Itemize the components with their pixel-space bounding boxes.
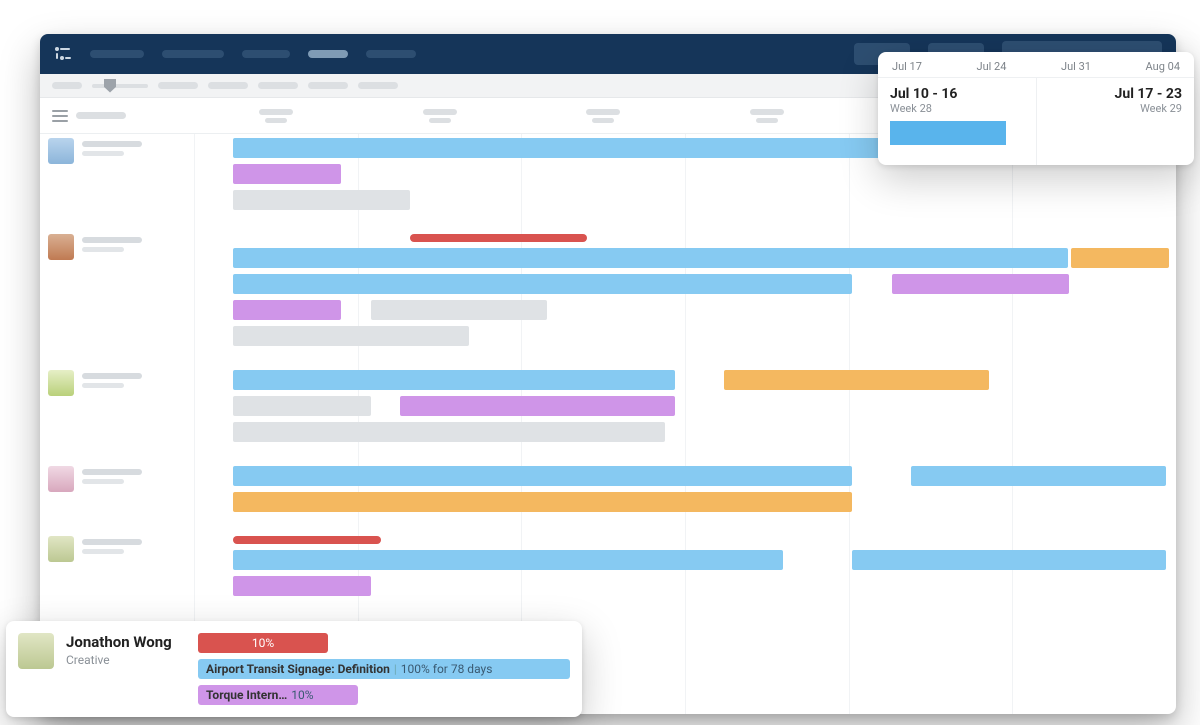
- utilization-value: 10%: [252, 636, 274, 650]
- person-role: Creative: [66, 653, 186, 667]
- zoom-thumb[interactable]: [104, 79, 116, 93]
- resource-header[interactable]: [40, 536, 194, 562]
- resource-row: [40, 462, 1176, 532]
- task-bar[interactable]: [233, 300, 341, 320]
- column-header[interactable]: [521, 109, 685, 123]
- date-scale: Jul 17 Jul 24 Jul 31 Aug 04: [878, 52, 1194, 77]
- brand-icon[interactable]: [54, 46, 72, 62]
- task-bar[interactable]: [233, 274, 852, 294]
- column-header[interactable]: [194, 109, 358, 123]
- avatar: [48, 370, 74, 396]
- overallocation-bar[interactable]: [410, 234, 587, 242]
- date-tick[interactable]: Jul 17: [892, 60, 922, 73]
- avatar: [48, 138, 74, 164]
- toolbar-item[interactable]: [258, 82, 298, 89]
- task-bar[interactable]: [233, 396, 370, 416]
- date-tick[interactable]: Jul 24: [977, 60, 1007, 73]
- week-range: Jul 17 - 23: [1049, 86, 1183, 102]
- task-bar[interactable]: [233, 164, 341, 184]
- nav-item[interactable]: [90, 50, 144, 58]
- task-bar[interactable]: [911, 466, 1166, 486]
- nav-item-active[interactable]: [308, 50, 348, 58]
- resource-header[interactable]: [40, 138, 194, 164]
- task-bar[interactable]: [892, 274, 1069, 294]
- task-bar[interactable]: [233, 492, 852, 512]
- nav-item[interactable]: [366, 50, 416, 58]
- separator: |: [394, 662, 397, 676]
- task-bar[interactable]: [852, 550, 1166, 570]
- task-bar[interactable]: [233, 422, 665, 442]
- task-bar[interactable]: [233, 190, 410, 210]
- toolbar-item[interactable]: [358, 82, 398, 89]
- task-pill[interactable]: Torque Intern… 10%: [198, 685, 358, 705]
- filter-chip[interactable]: [76, 112, 126, 119]
- resource-row: [40, 230, 1176, 366]
- week-label: Week 28: [890, 102, 1024, 115]
- task-bar[interactable]: [233, 576, 370, 596]
- toolbar-item[interactable]: [308, 82, 348, 89]
- avatar: [48, 536, 74, 562]
- column-header[interactable]: [358, 109, 522, 123]
- week-allocation-bar[interactable]: [890, 121, 1006, 145]
- task-bar[interactable]: [233, 466, 852, 486]
- task-title: Torque Intern…: [206, 688, 287, 702]
- week-cell[interactable]: Jul 10 - 16 Week 28: [878, 78, 1037, 165]
- person-name: Jonathon Wong: [66, 633, 186, 651]
- nav-item[interactable]: [242, 50, 290, 58]
- nav-item[interactable]: [162, 50, 224, 58]
- date-tick[interactable]: Jul 31: [1061, 60, 1091, 73]
- toolbar-item[interactable]: [52, 82, 82, 89]
- resource-row: [40, 366, 1176, 462]
- task-meta: 10%: [291, 688, 313, 702]
- toolbar-item[interactable]: [208, 82, 248, 89]
- week-cell[interactable]: Jul 17 - 23 Week 29: [1037, 78, 1195, 165]
- resource-header[interactable]: [40, 466, 194, 492]
- avatar: [18, 633, 54, 669]
- task-bar[interactable]: [233, 326, 469, 346]
- task-bar[interactable]: [233, 370, 675, 390]
- column-header[interactable]: [685, 109, 849, 123]
- resource-header[interactable]: [40, 234, 194, 260]
- resource-header[interactable]: [40, 370, 194, 396]
- avatar: [48, 466, 74, 492]
- toolbar-item[interactable]: [158, 82, 198, 89]
- task-meta: 100% for 78 days: [401, 662, 493, 676]
- resource-detail-popup: Jonathon Wong Creative 10% Airport Trans…: [6, 621, 582, 717]
- date-tick[interactable]: Aug 04: [1146, 60, 1180, 73]
- avatar: [48, 234, 74, 260]
- task-bar[interactable]: [400, 396, 675, 416]
- week-label: Week 29: [1049, 102, 1183, 115]
- task-bar[interactable]: [724, 370, 989, 390]
- week-range: Jul 10 - 16: [890, 86, 1024, 102]
- overallocation-bar[interactable]: [233, 536, 380, 544]
- zoom-slider[interactable]: [92, 84, 148, 88]
- task-bar[interactable]: [1071, 248, 1169, 268]
- week-selector-popup: Jul 17 Jul 24 Jul 31 Aug 04 Jul 10 - 16 …: [878, 52, 1194, 165]
- menu-icon[interactable]: [52, 110, 68, 122]
- task-bar[interactable]: [371, 300, 548, 320]
- utilization-pill[interactable]: 10%: [198, 633, 328, 653]
- task-bar[interactable]: [233, 550, 783, 570]
- task-title: Airport Transit Signage: Definition: [206, 662, 390, 676]
- task-bar[interactable]: [233, 248, 1068, 268]
- task-pill[interactable]: Airport Transit Signage: Definition | 10…: [198, 659, 570, 679]
